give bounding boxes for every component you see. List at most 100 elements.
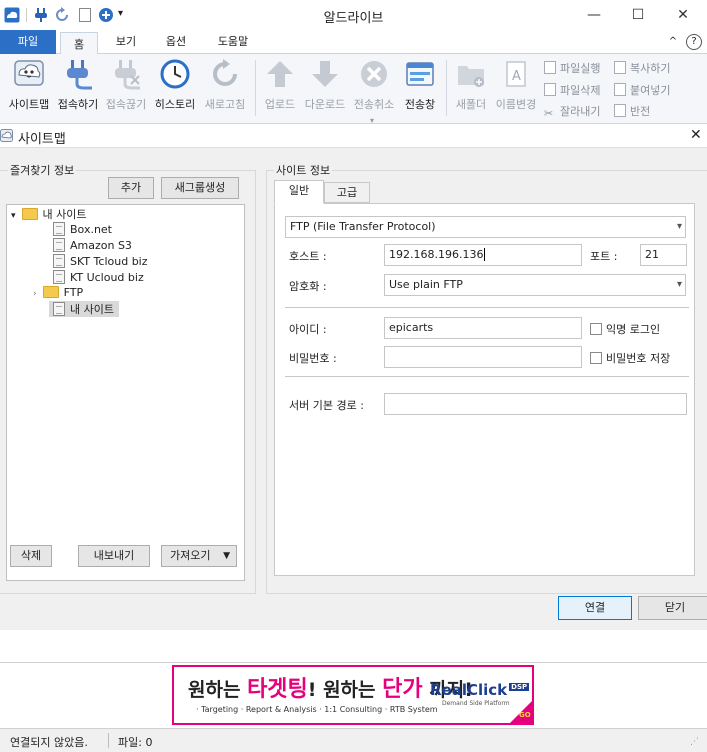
collapse-ribbon-button[interactable]: ^	[666, 30, 680, 54]
delete-button[interactable]: 삭제	[10, 545, 52, 567]
new-folder-label: 새폴더	[455, 98, 487, 111]
history-button[interactable]: 히스토리	[152, 58, 198, 118]
resize-grip-icon[interactable]: ⋰	[690, 737, 699, 747]
collapsed-chevron-icon[interactable]: ›	[33, 289, 37, 299]
rename-button[interactable]: A 이름변경	[492, 58, 540, 118]
expand-chevron-icon[interactable]: ▾	[11, 211, 16, 221]
host-input[interactable]: 192.168.196.136	[384, 244, 582, 266]
tree-node-my-sites[interactable]: ▾ 내 사이트	[11, 206, 87, 222]
connect-plug-icon	[67, 60, 92, 90]
copy-icon	[614, 61, 626, 74]
checkbox-box[interactable]	[590, 352, 602, 364]
status-bar: 연결되지 않았음. 파일: 0 ⋰	[0, 728, 707, 752]
tree-node-site[interactable]: Box.net	[53, 222, 112, 238]
refresh-button[interactable]: 새로고침	[202, 58, 248, 118]
ribbon: 사이트맵 접속하기 접속끊기 히스토리 새로고침 업로드 다운로드 전송취소 ▾…	[0, 54, 707, 125]
protocol-select[interactable]: FTP (File Transfer Protocol)	[285, 216, 686, 238]
download-button[interactable]: 다운로드	[302, 58, 348, 118]
delete-file-button[interactable]: 파일삭제	[544, 82, 600, 100]
anonymous-login-checkbox[interactable]: 익명 로그인	[590, 321, 660, 337]
paste-icon	[614, 83, 626, 96]
connect-button[interactable]: 접속하기	[56, 58, 100, 118]
realclick-logo: RealClick DSP	[430, 681, 530, 699]
tab-home[interactable]: 홈	[60, 32, 98, 55]
history-label: 히스토리	[154, 98, 196, 111]
upload-arrow-icon	[267, 61, 293, 87]
export-button[interactable]: 내보내기	[78, 545, 150, 567]
tab-general[interactable]: 일반	[274, 180, 324, 204]
checkbox-box[interactable]	[590, 323, 602, 335]
copy-button[interactable]: 복사하기	[614, 60, 670, 78]
site-doc-icon	[53, 222, 65, 236]
sitemap-button[interactable]: 사이트맵	[6, 58, 52, 118]
download-arrow-icon	[312, 61, 338, 87]
transfer-window-label: 전송창	[404, 98, 436, 111]
ribbon-separator	[446, 60, 447, 116]
disconnect-label: 접속끊기	[105, 98, 147, 111]
dialog-close-button[interactable]: ✕	[690, 127, 702, 143]
paste-button[interactable]: 붙여넣기	[614, 82, 670, 100]
id-input[interactable]: epicarts	[384, 317, 582, 339]
port-input[interactable]: 21	[640, 244, 687, 266]
ribbon-tabs: 파일 홈 보기 옵션 도움말 ^ ?	[0, 30, 707, 55]
tab-advanced[interactable]: 고급	[324, 182, 370, 203]
new-group-button[interactable]: 새그룹생성	[161, 177, 239, 199]
close-dialog-button[interactable]: 닫기	[638, 596, 707, 620]
connect-button[interactable]: 연결	[558, 596, 632, 620]
add-button[interactable]: 추가	[108, 177, 154, 199]
tree-node-selected-site[interactable]: 내 사이트	[49, 301, 119, 317]
transfer-window-icon	[406, 62, 434, 86]
folder-icon	[42, 286, 59, 298]
close-button[interactable]: ✕	[673, 5, 693, 25]
tree-node-site[interactable]: KT Ucloud biz	[53, 270, 144, 286]
tab-file[interactable]: 파일	[0, 30, 56, 54]
run-file-button[interactable]: 파일실행	[544, 60, 600, 78]
tree-node-site[interactable]: Amazon S3	[53, 238, 132, 254]
go-label: GO	[519, 711, 531, 719]
encryption-select[interactable]: Use plain FTP	[384, 274, 686, 296]
site-doc-icon	[53, 270, 65, 284]
tree-node-site[interactable]: SKT Tcloud biz	[53, 254, 148, 270]
sitemap-dialog-titlebar: 사이트맵 ✕	[0, 124, 707, 148]
tab-view[interactable]: 보기	[108, 30, 144, 54]
port-label: 포트 :	[590, 250, 618, 263]
invert-selection-button[interactable]: 반전	[614, 103, 650, 121]
banner-subtext: · Targeting · Report & Analysis · 1:1 Co…	[196, 705, 438, 714]
refresh-icon	[213, 59, 237, 86]
invert-icon	[614, 104, 626, 117]
disconnect-button[interactable]: 접속끊기	[104, 58, 148, 118]
tab-help[interactable]: 도움말	[210, 30, 256, 54]
new-folder-button[interactable]: 새폴더	[452, 58, 490, 118]
password-input[interactable]	[384, 346, 582, 368]
site-doc-icon	[53, 238, 65, 252]
transfer-window-button[interactable]: 전송창	[400, 58, 440, 118]
favorites-tree[interactable]: ▾ 내 사이트 Box.net Amazon S3 SKT Tcloud biz …	[6, 204, 245, 581]
help-icon[interactable]: ?	[686, 34, 702, 50]
save-password-checkbox[interactable]: 비밀번호 저장	[590, 350, 670, 366]
encryption-label: 암호화 :	[289, 280, 327, 293]
import-button[interactable]: 가져오기 ▼	[161, 545, 237, 567]
tree-node-ftp[interactable]: › FTP	[33, 286, 83, 302]
id-label: 아이디 :	[289, 323, 327, 336]
text-cursor	[484, 248, 486, 261]
divider	[285, 376, 689, 377]
rename-icon: A	[506, 61, 526, 87]
favorites-title: 즐겨찾기 정보	[8, 162, 77, 178]
base-path-input[interactable]	[384, 393, 687, 415]
site-info-title: 사이트 정보	[274, 162, 333, 178]
cancel-transfer-button[interactable]: 전송취소 ▾	[350, 58, 398, 125]
tab-options[interactable]: 옵션	[158, 30, 194, 54]
new-folder-icon	[458, 66, 484, 87]
run-file-icon	[544, 61, 556, 74]
realclick-subtitle: Demand Side Platform	[442, 700, 510, 707]
minimize-button[interactable]: —	[584, 5, 604, 25]
site-doc-icon	[53, 254, 65, 268]
cut-button[interactable]: ✂ 잘라내기	[544, 103, 600, 121]
ad-banner[interactable]: 원하는 타겟팅! 원하는 단가 까지! · Targeting · Report…	[172, 665, 534, 725]
upload-button[interactable]: 업로드	[260, 58, 300, 118]
password-label: 비밀번호 :	[289, 352, 337, 365]
connect-label: 접속하기	[57, 98, 99, 111]
sitemap-dialog: 즐겨찾기 정보 추가 새그룹생성 ▾ 내 사이트 Box.net Amazon S…	[0, 148, 707, 630]
cancel-transfer-label: 전송취소	[353, 98, 395, 111]
maximize-button[interactable]: ☐	[628, 5, 648, 25]
